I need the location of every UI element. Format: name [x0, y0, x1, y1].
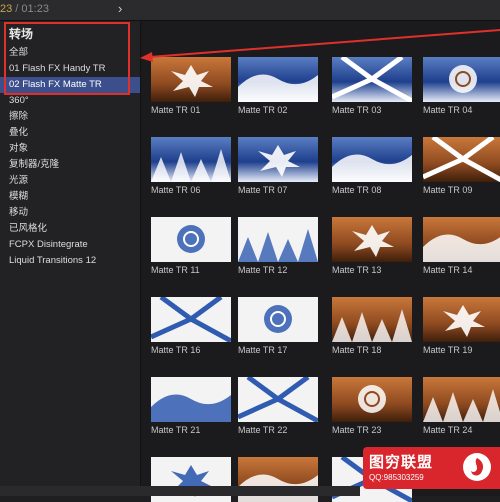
sidebar-item[interactable]: 360° [0, 93, 140, 109]
transition-thumbnail[interactable] [238, 377, 318, 422]
transition-label: Matte TR 18 [332, 345, 382, 355]
chevron-right-icon[interactable]: › [118, 1, 122, 16]
transition-label: Matte TR 23 [332, 425, 382, 435]
watermark-qq: QQ:985303259 [369, 473, 424, 482]
transition-label: Matte TR 16 [151, 345, 201, 355]
watermark-logo-icon [463, 453, 491, 481]
transition-thumbnail[interactable] [423, 137, 500, 182]
duration: 01:23 [21, 3, 49, 15]
transition-tile[interactable]: Matte TR 01 [151, 57, 231, 115]
timecode-display: 23 / 01:23 [0, 3, 49, 15]
transition-tile[interactable]: Matte TR 02 [238, 57, 318, 115]
transition-thumbnail[interactable] [332, 57, 412, 102]
transition-tile[interactable]: Matte TR 22 [238, 377, 318, 435]
transition-label: Matte TR 04 [423, 105, 473, 115]
transition-label: Matte TR 17 [238, 345, 288, 355]
sidebar-item[interactable]: 已风格化 [0, 221, 140, 237]
watermark-title: 图穷联盟 [369, 454, 434, 471]
sidebar-item[interactable]: 移动 [0, 205, 140, 221]
transition-label: Matte TR 08 [332, 185, 382, 195]
transition-thumbnail[interactable] [151, 377, 231, 422]
transition-thumbnail[interactable] [151, 217, 231, 262]
transition-label: Matte TR 24 [423, 425, 473, 435]
transition-label: Matte TR 01 [151, 105, 201, 115]
transition-tile[interactable]: Matte TR 07 [238, 137, 318, 195]
transition-thumbnail[interactable] [238, 137, 318, 182]
transition-tile[interactable]: Matte TR 21 [151, 377, 231, 435]
transition-label: Matte TR 21 [151, 425, 201, 435]
transition-thumbnail[interactable] [238, 57, 318, 102]
transition-tile[interactable]: Matte TR 23 [332, 377, 412, 435]
sidebar-item[interactable]: FCPX Disintegrate [0, 237, 140, 253]
transition-tile[interactable]: Matte TR 09 [423, 137, 500, 195]
transition-tile[interactable]: Matte TR 13 [332, 217, 412, 275]
transition-label: Matte TR 03 [332, 105, 382, 115]
transition-thumbnail[interactable] [238, 217, 318, 262]
top-toolbar: 23 / 01:23 › [0, 0, 500, 21]
current-time: 23 [0, 3, 13, 15]
transition-browser: Matte TR 01 Matte TR 02 Matte TR 03 Matte T… [141, 21, 500, 502]
transition-thumbnail[interactable] [423, 297, 500, 342]
transition-tile[interactable]: Matte TR 06 [151, 137, 231, 195]
transition-tile[interactable]: Matte TR 19 [423, 297, 500, 355]
bottom-toolbar [0, 486, 360, 496]
sidebar-item[interactable]: 复制器/克隆 [0, 157, 140, 173]
transition-thumbnail[interactable] [151, 137, 231, 182]
transition-tile[interactable]: Matte TR 14 [423, 217, 500, 275]
transition-thumbnail[interactable] [151, 297, 231, 342]
sidebar-item[interactable]: 模糊 [0, 189, 140, 205]
transition-label: Matte TR 22 [238, 425, 288, 435]
sidebar-item[interactable]: 叠化 [0, 125, 140, 141]
sidebar-item[interactable]: 擦除 [0, 109, 140, 125]
annotation-highlight-box [4, 22, 130, 95]
transition-label: Matte TR 06 [151, 185, 201, 195]
transition-label: Matte TR 07 [238, 185, 288, 195]
transition-thumbnail[interactable] [332, 377, 412, 422]
sidebar-item[interactable]: 光源 [0, 173, 140, 189]
transition-label: Matte TR 19 [423, 345, 473, 355]
transition-label: Matte TR 12 [238, 265, 288, 275]
transition-tile[interactable]: Matte TR 03 [332, 57, 412, 115]
transition-label: Matte TR 09 [423, 185, 473, 195]
watermark-badge: 图穷联盟 QQ:985303259 [363, 447, 500, 489]
transition-label: Matte TR 14 [423, 265, 473, 275]
transition-label: Matte TR 13 [332, 265, 382, 275]
transition-label: Matte TR 11 [151, 265, 200, 275]
transition-tile[interactable]: Matte TR 12 [238, 217, 318, 275]
transition-thumbnail[interactable] [238, 297, 318, 342]
transition-tile[interactable]: Matte TR 16 [151, 297, 231, 355]
sidebar-item[interactable]: 对象 [0, 141, 140, 157]
transition-thumbnail[interactable] [423, 217, 500, 262]
transition-thumbnail[interactable] [332, 217, 412, 262]
transition-tile[interactable]: Matte TR 24 [423, 377, 500, 435]
transition-thumbnail[interactable] [423, 57, 500, 102]
transition-thumbnail[interactable] [151, 57, 231, 102]
transition-label: Matte TR 02 [238, 105, 288, 115]
sidebar-item[interactable]: Liquid Transitions 12 [0, 253, 140, 269]
transition-tile[interactable]: Matte TR 17 [238, 297, 318, 355]
transition-tile[interactable]: Matte TR 11 [151, 217, 231, 275]
transition-tile[interactable]: Matte TR 04 [423, 57, 500, 115]
transition-tile[interactable]: Matte TR 18 [332, 297, 412, 355]
transition-thumbnail[interactable] [332, 137, 412, 182]
transition-thumbnail[interactable] [423, 377, 500, 422]
transition-thumbnail[interactable] [332, 297, 412, 342]
transition-tile[interactable]: Matte TR 08 [332, 137, 412, 195]
